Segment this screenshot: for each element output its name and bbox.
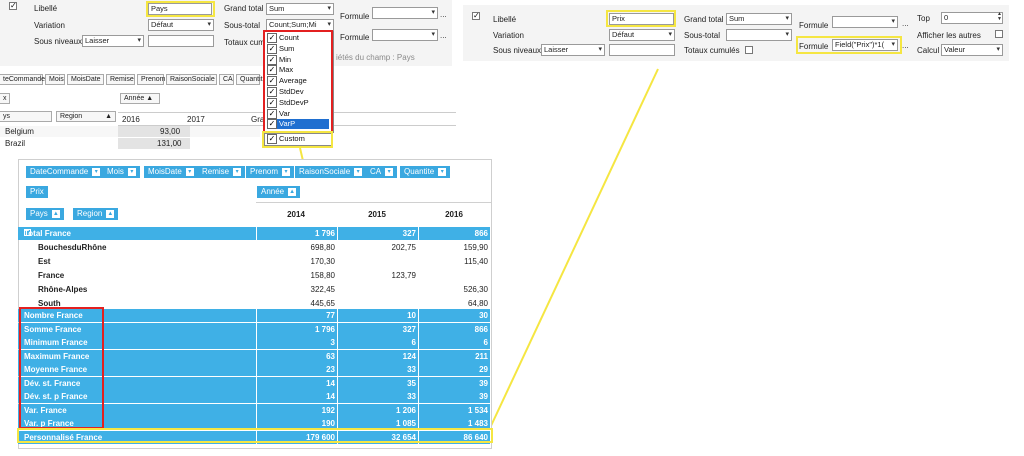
filter-icon: ▾ <box>354 167 363 176</box>
pivot-field-chip[interactable]: MoisDate ▾ <box>144 166 198 178</box>
pivot-value-cell: 327 <box>402 324 416 334</box>
pivot-year-header: 2016 <box>445 210 463 219</box>
pivot-row-chip-region-label: Region <box>77 209 103 218</box>
stat-rows-red-highlight <box>19 307 104 429</box>
pivot-value-cell: 23 <box>326 365 335 374</box>
pivot-value-cell: 30 <box>479 311 488 320</box>
custom-row-yellow-highlight <box>17 428 493 443</box>
pivot-field-chip[interactable]: Prenom ▾ <box>246 166 295 178</box>
pivot-row-chip-region[interactable]: Region ▲ <box>73 208 119 220</box>
pivot-row-label: Rhône-Alpes <box>38 285 88 294</box>
pivot-value-cell: 124 <box>402 351 416 361</box>
pivot-value-cell: 192 <box>321 405 335 415</box>
pivot-field-chip-label: Quantite <box>404 167 435 176</box>
pivot-row-chip-pays[interactable]: Pays ▲ <box>26 208 64 220</box>
pivot-header-divider <box>256 202 491 203</box>
collapse-icon[interactable] <box>24 229 31 236</box>
pivot-value-cell: 10 <box>407 311 416 320</box>
pivot-field-chip-label: Remise <box>202 167 230 176</box>
pivot-value-cell: 39 <box>479 392 488 401</box>
pivot-field-chip[interactable]: Quantite ▾ <box>400 166 451 178</box>
pivot-value-cell: 14 <box>326 392 335 401</box>
pivot-value-cell: 327 <box>402 229 416 238</box>
pivot-field-chip[interactable]: CA ▾ <box>366 166 398 178</box>
pivot-col-chip-label: Année <box>261 187 285 196</box>
pivot-value-cell: 866 <box>474 229 488 238</box>
pivot-value-cell: 6 <box>411 338 416 347</box>
sort-up-icon: ▲ <box>106 209 115 218</box>
pivot-row-label: France <box>38 271 65 280</box>
pivot-value-cell: 158,80 <box>310 271 335 280</box>
pivot-col-chip[interactable]: Année ▲ <box>257 186 301 198</box>
pivot-value-cell: 3 <box>330 338 335 347</box>
pivot-value-cell: 35 <box>407 378 416 388</box>
pivot-row-label: BouchesduRhône <box>38 243 107 252</box>
pivot-field-chip[interactable]: Mois ▾ <box>103 166 140 178</box>
pivot-detail-row <box>18 269 490 282</box>
sort-up-icon: ▲ <box>288 187 297 196</box>
pivot-value-cell: 77 <box>326 311 335 320</box>
pivot-value-cell: 29 <box>479 365 488 374</box>
pivot-year-header: 2014 <box>287 210 305 219</box>
filter-icon: ▾ <box>127 167 136 176</box>
pivot-field-chip-label: CA <box>370 167 382 176</box>
pivot-value-cell: 866 <box>474 324 488 334</box>
filter-icon: ▾ <box>92 167 101 176</box>
pivot-value-cell: 39 <box>479 378 488 388</box>
pivot-row-label: Total France <box>24 229 71 238</box>
filter-icon: ▾ <box>185 167 194 176</box>
pivot-value-cell: 14 <box>326 378 335 388</box>
pivot-field-chip[interactable]: DateCommande ▾ <box>26 166 105 178</box>
pivot-field-chip-label: Prenom <box>250 167 279 176</box>
pivot-data-chip[interactable]: Prix <box>26 186 48 198</box>
pivot-field-chip-label: RaisonSociale <box>299 167 351 176</box>
pivot-value-cell: 322,45 <box>310 285 335 294</box>
pivot-value-cell: 63 <box>326 351 335 361</box>
pivot-value-cell: 159,90 <box>463 243 488 252</box>
pivot-value-cell: 6 <box>483 338 488 347</box>
pivot-value-cell: 170,30 <box>310 257 335 266</box>
pivot-value-cell: 1 534 <box>467 405 488 415</box>
pivot-value-cell: 698,80 <box>310 243 335 252</box>
sort-up-icon: ▲ <box>51 209 60 218</box>
pivot-value-cell: 1 206 <box>395 405 416 415</box>
connector-line-right <box>489 68 659 429</box>
pivot-row-chip-pays-label: Pays <box>30 209 48 218</box>
pivot-row-label: Est <box>38 257 51 266</box>
filter-icon: ▾ <box>233 167 242 176</box>
pivot-field-chip-label: Mois <box>107 167 124 176</box>
pivot-value-cell: 1 796 <box>314 324 335 334</box>
pivot-value-cell: 211 <box>475 351 488 361</box>
pivot-value-cell: 202,75 <box>391 243 416 252</box>
pivot-value-cell: 33 <box>407 365 416 374</box>
filter-icon: ▾ <box>282 167 291 176</box>
pivot-field-chip[interactable]: Remise ▾ <box>198 166 246 178</box>
pivot-value-cell: 1 796 <box>314 229 335 238</box>
pivot-value-cell: 33 <box>407 392 416 401</box>
filter-icon: ▾ <box>438 167 447 176</box>
pivot-value-cell: 526,30 <box>463 285 488 294</box>
pivot-value-cell: 123,79 <box>391 271 416 280</box>
pivot-year-header: 2015 <box>368 210 386 219</box>
pivot-value-cell: 115,40 <box>464 257 488 266</box>
pivot-field-chip[interactable]: RaisonSociale ▾ <box>295 166 367 178</box>
pivot-field-chip-label: MoisDate <box>148 167 182 176</box>
filter-icon: ▾ <box>385 167 394 176</box>
pivot-field-chip-label: DateCommande <box>30 167 89 176</box>
